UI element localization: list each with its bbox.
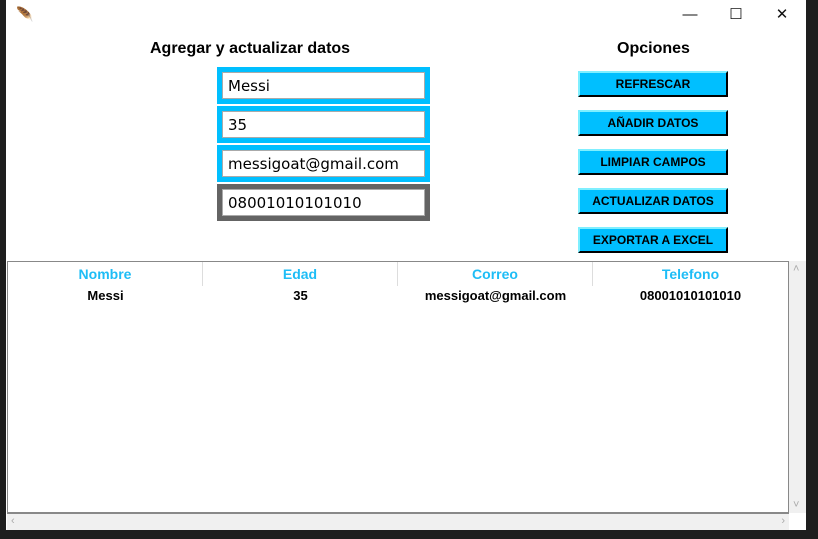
horizontal-scrollbar[interactable]: ‹ › <box>7 513 789 530</box>
minimize-button[interactable]: — <box>668 4 712 26</box>
scroll-up-icon[interactable]: ˄ <box>793 263 799 275</box>
nombre-input[interactable] <box>222 72 425 99</box>
cell-correo: messigoat@gmail.com <box>424 288 567 303</box>
scroll-down-icon[interactable]: ˅ <box>793 499 799 511</box>
cell-edad: 35 <box>293 288 308 303</box>
close-button[interactable]: ✕ <box>760 4 804 26</box>
options-title: Opciones <box>617 40 690 57</box>
correo-input[interactable] <box>222 150 425 177</box>
actualizar-datos-button[interactable]: ACTUALIZAR DATOS <box>578 188 728 214</box>
column-header-nombre[interactable]: Nombre <box>8 262 203 286</box>
column-header-telefono[interactable]: Telefono <box>593 262 788 286</box>
title-bar: 🪶 — ☐ ✕ <box>6 0 806 30</box>
feather-icon: 🪶 <box>16 6 34 22</box>
table-header: Nombre Edad Correo Telefono <box>8 262 788 286</box>
exportar-excel-button[interactable]: EXPORTAR A EXCEL <box>578 227 728 253</box>
table-row[interactable]: Messi 35 messigoat@gmail.com 08001010101… <box>8 286 788 308</box>
cell-nombre: Messi <box>87 288 124 303</box>
vertical-scrollbar[interactable]: ˄ ˅ <box>789 261 806 513</box>
edad-input[interactable] <box>222 111 425 138</box>
nombre-field-wrap <box>217 67 430 104</box>
limpiar-campos-button[interactable]: LIMPIAR CAMPOS <box>578 149 728 175</box>
telefono-field-wrap <box>217 184 430 221</box>
telefono-input[interactable] <box>222 189 425 216</box>
form-title: Agregar y actualizar datos <box>150 40 351 57</box>
scroll-right-icon[interactable]: › <box>781 515 785 527</box>
refrescar-button[interactable]: REFRESCAR <box>578 71 728 97</box>
anadir-datos-button[interactable]: AÑADIR DATOS <box>578 110 728 136</box>
maximize-button[interactable]: ☐ <box>714 4 758 26</box>
cell-telefono: 08001010101010 <box>639 288 742 303</box>
correo-field-wrap <box>217 145 430 182</box>
edad-field-wrap <box>217 106 430 143</box>
app-window: 🪶 — ☐ ✕ Agregar y actualizar datos Opcio… <box>6 0 806 530</box>
column-header-edad[interactable]: Edad <box>203 262 398 286</box>
scroll-left-icon[interactable]: ‹ <box>11 515 15 527</box>
data-table[interactable]: Nombre Edad Correo Telefono Messi 35 mes… <box>7 261 789 513</box>
column-header-correo[interactable]: Correo <box>398 262 593 286</box>
